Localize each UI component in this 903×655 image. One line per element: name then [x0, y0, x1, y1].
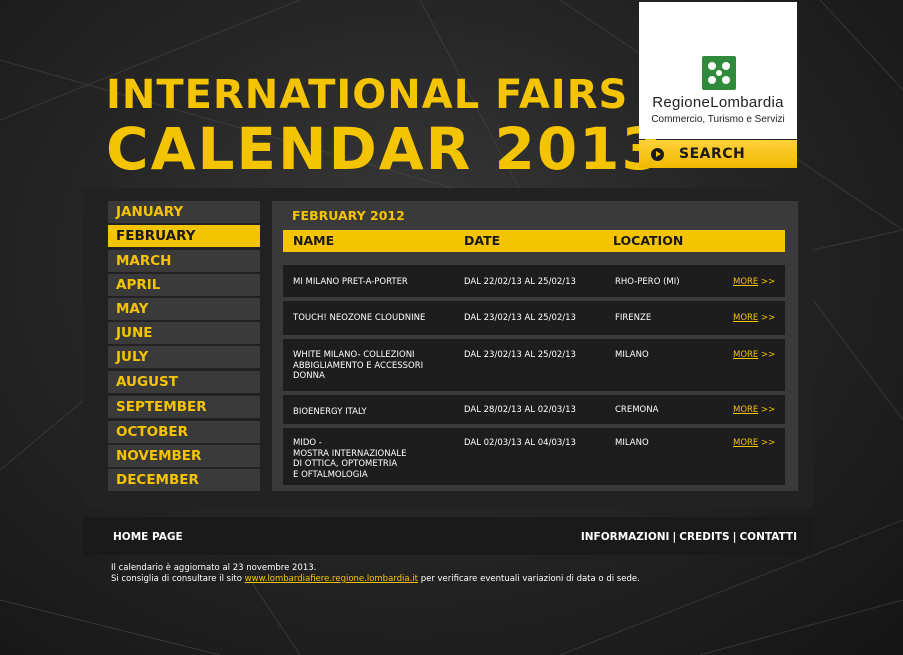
- month-item-april[interactable]: APRIL: [108, 274, 260, 296]
- event-name: TOUCH! NEOZONE CLOUDNINE: [293, 313, 426, 323]
- lombardiafiere-link[interactable]: www.lombardiafiere.regione.lombardia.it: [245, 574, 418, 584]
- table-header: NAME DATE LOCATION: [283, 230, 785, 252]
- table-row: WHITE MILANO- COLLEZIONI ABBIGLIAMENTO E…: [283, 339, 785, 391]
- title-line-2: CALENDAR 2013: [106, 115, 664, 183]
- page-title: INTERNATIONAL FAIRS CALENDAR 2013: [106, 72, 664, 180]
- play-icon: [651, 148, 664, 161]
- month-item-march[interactable]: MARCH: [108, 250, 260, 272]
- event-location: CREMONA: [615, 405, 659, 415]
- month-item-october[interactable]: OCTOBER: [108, 421, 260, 443]
- event-date: DAL 02/03/13 AL 04/03/13: [464, 438, 576, 448]
- table-row: TOUCH! NEOZONE CLOUDNINE DAL 23/02/13 AL…: [283, 301, 785, 335]
- informazioni-link[interactable]: INFORMAZIONI: [581, 531, 670, 543]
- regione-lombardia-logo[interactable]: RegioneLombardia Commercio, Turismo e Se…: [639, 2, 797, 139]
- event-name: MIDO - MOSTRA INTERNAZIONALE DI OTTICA, …: [293, 438, 407, 480]
- event-date: DAL 28/02/13 AL 02/03/13: [464, 405, 576, 415]
- column-name: NAME: [293, 233, 335, 248]
- note-line-1: Il calendario è aggiornato al 23 novembr…: [111, 563, 317, 573]
- events-panel: FEBRUARY 2012 NAME DATE LOCATION MI MILA…: [272, 201, 798, 491]
- event-location: MILANO: [615, 438, 649, 448]
- table-row: MI MILANO PRET-A-PORTER DAL 22/02/13 AL …: [283, 265, 785, 297]
- month-item-september[interactable]: SEPTEMBER: [108, 396, 260, 418]
- month-item-june[interactable]: JUNE: [108, 322, 260, 344]
- month-item-february[interactable]: FEBRUARY: [108, 225, 260, 247]
- contatti-link[interactable]: CONTATTI: [739, 531, 797, 543]
- title-line-1: INTERNATIONAL FAIRS: [106, 72, 629, 118]
- separator: |: [732, 531, 737, 543]
- event-location: MILANO: [615, 350, 649, 360]
- more-link[interactable]: MORE >>: [733, 405, 775, 416]
- month-item-july[interactable]: JULY: [108, 346, 260, 368]
- more-link[interactable]: MORE >>: [733, 438, 775, 449]
- table-row: MIDO - MOSTRA INTERNAZIONALE DI OTTICA, …: [283, 428, 785, 485]
- month-item-august[interactable]: AUGUST: [108, 371, 260, 393]
- home-page-link[interactable]: HOME PAGE: [113, 531, 183, 543]
- separator: |: [672, 531, 677, 543]
- credits-link[interactable]: CREDITS: [679, 531, 729, 543]
- logo-subtitle: Commercio, Turismo e Servizi: [651, 114, 785, 125]
- lombardia-rose-icon: [702, 56, 736, 90]
- table-row: BIOENERGY ITALY DAL 28/02/13 AL 02/03/13…: [283, 395, 785, 424]
- month-item-january[interactable]: JANUARY: [108, 201, 260, 223]
- event-date: DAL 23/02/13 AL 25/02/13: [464, 350, 576, 360]
- event-date: DAL 22/02/13 AL 25/02/13: [464, 277, 576, 287]
- month-item-november[interactable]: NOVEMBER: [108, 445, 260, 467]
- search-label: SEARCH: [679, 146, 746, 162]
- events-title: FEBRUARY 2012: [292, 208, 405, 223]
- search-button[interactable]: SEARCH: [639, 140, 797, 168]
- event-name: BIOENERGY ITALY: [293, 407, 367, 417]
- month-item-december[interactable]: DECEMBER: [108, 469, 260, 491]
- event-name: MI MILANO PRET-A-PORTER: [293, 277, 408, 287]
- event-date: DAL 23/02/13 AL 25/02/13: [464, 313, 576, 323]
- column-date: DATE: [464, 233, 501, 248]
- more-link[interactable]: MORE >>: [733, 313, 775, 324]
- event-location: RHO-PERO (MI): [615, 277, 680, 287]
- more-link[interactable]: MORE >>: [733, 277, 775, 288]
- logo-name: RegioneLombardia: [652, 94, 784, 111]
- month-item-may[interactable]: MAY: [108, 298, 260, 320]
- column-location: LOCATION: [613, 233, 684, 248]
- more-link[interactable]: MORE >>: [733, 350, 775, 361]
- note-line-2: Si consiglia di consultare il sito www.l…: [111, 574, 640, 584]
- event-location: FIRENZE: [615, 313, 652, 323]
- event-name: WHITE MILANO- COLLEZIONI ABBIGLIAMENTO E…: [293, 350, 424, 381]
- footer-note: Il calendario è aggiornato al 23 novembr…: [111, 563, 640, 585]
- footer-links: INFORMAZIONI | CREDITS | CONTATTI: [581, 531, 797, 543]
